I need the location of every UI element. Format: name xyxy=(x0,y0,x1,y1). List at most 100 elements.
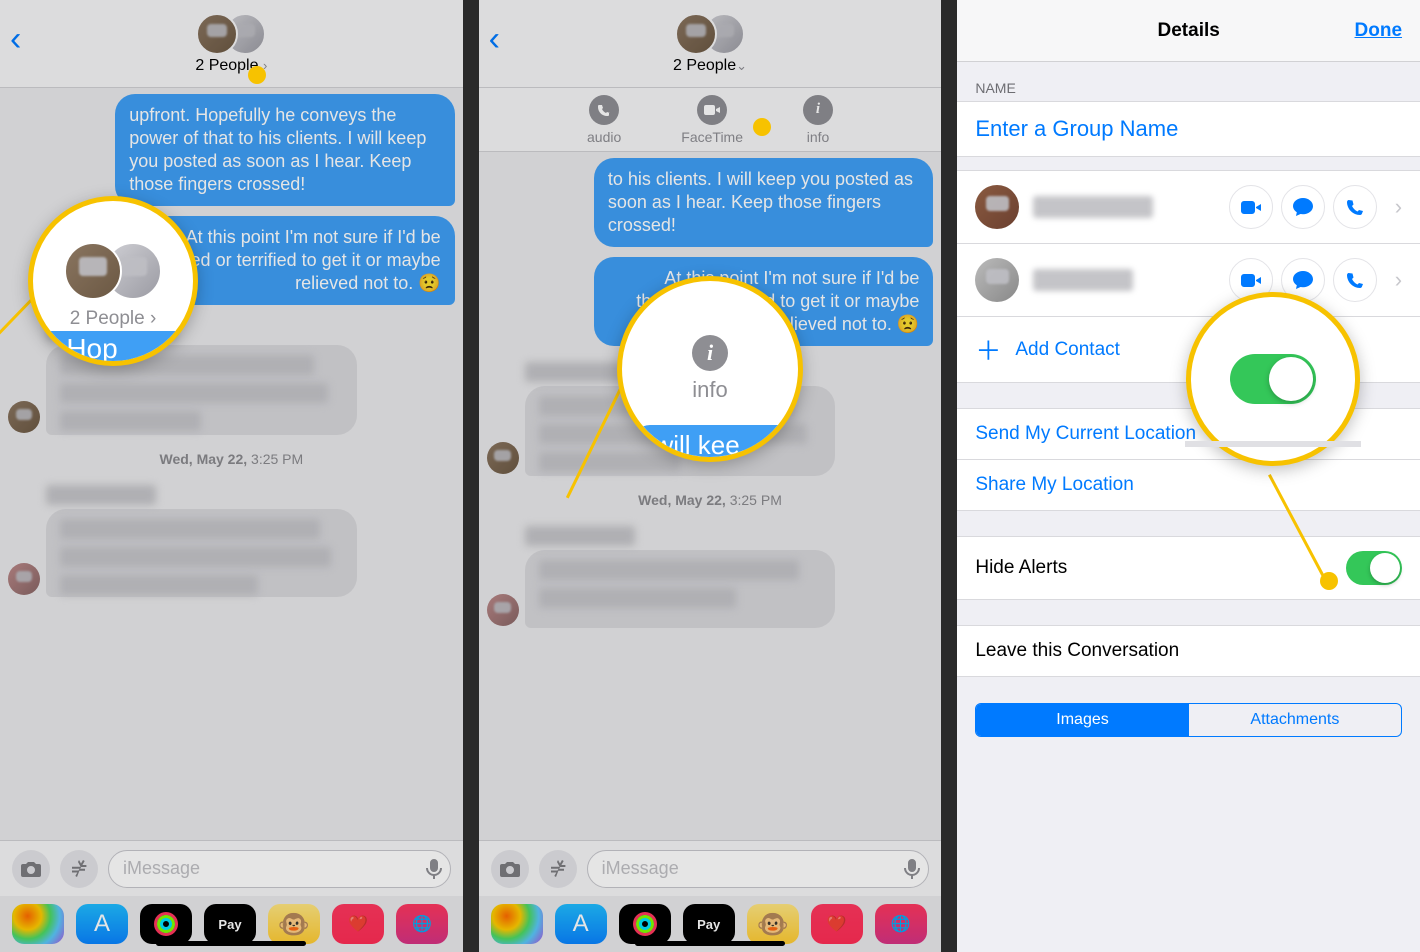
app-store-icon[interactable] xyxy=(60,850,98,888)
sender-avatar-icon xyxy=(487,594,519,626)
seg-images[interactable]: Images xyxy=(976,704,1188,736)
info-label: info xyxy=(807,129,830,145)
memoji-app-icon[interactable]: 🐵 xyxy=(747,904,799,944)
group-avatar-icon xyxy=(196,13,266,55)
incoming-row xyxy=(8,481,455,599)
chevron-right-icon: › xyxy=(1395,194,1402,220)
home-indicator[interactable] xyxy=(635,941,785,946)
contact-avatar-icon xyxy=(975,258,1019,302)
hide-alerts-label: Hide Alerts xyxy=(975,557,1346,579)
done-button[interactable]: Done xyxy=(1355,20,1403,42)
audio-label: audio xyxy=(587,129,621,145)
messages-screen-1: ‹ 2 People › upfront. Hopefully he conve… xyxy=(0,0,463,952)
section-header-name: NAME xyxy=(957,62,1420,102)
page-title: Details xyxy=(1158,20,1220,42)
details-screen: Details Done NAME Enter a Group Name › › xyxy=(957,0,1420,952)
appstore-app-icon[interactable]: A xyxy=(76,904,128,944)
info-icon: i xyxy=(692,335,728,371)
apple-pay-app-icon[interactable]: Pay xyxy=(683,904,735,944)
incoming-message[interactable] xyxy=(46,509,357,597)
contact-row[interactable]: › xyxy=(957,170,1420,244)
audio-button[interactable]: audio xyxy=(587,95,621,145)
photos-app-icon[interactable] xyxy=(491,904,543,944)
conversation-header[interactable]: ‹ 2 People › xyxy=(0,0,463,88)
callout-bg-text: t. Hop xyxy=(28,331,198,366)
seg-attachments[interactable]: Attachments xyxy=(1189,704,1401,736)
sender-avatar-icon xyxy=(8,401,40,433)
outgoing-message[interactable]: upfront. Hopefully he conveys the power … xyxy=(115,94,454,206)
photos-app-icon[interactable] xyxy=(12,904,64,944)
incoming-message[interactable] xyxy=(525,550,836,628)
callout-anchor-dot xyxy=(248,66,266,84)
phone-icon[interactable] xyxy=(1333,258,1377,302)
callout-bg-text: I will kee xyxy=(632,425,803,462)
back-chevron-icon[interactable]: ‹ xyxy=(489,20,500,59)
callout-people-label: 2 People › xyxy=(70,308,157,330)
timestamp: Wed, May 22, 3:25 PM xyxy=(487,492,934,508)
callout-anchor-dot xyxy=(753,118,771,136)
chevron-right-icon: › xyxy=(1395,267,1402,293)
sender-avatar-icon xyxy=(8,563,40,595)
activity-app-icon[interactable] xyxy=(619,904,671,944)
toggle-on-icon xyxy=(1230,354,1316,404)
callout-info-zoom: i info e I will kee xyxy=(617,276,803,462)
camera-icon[interactable] xyxy=(12,850,50,888)
action-row: audio FaceTime i info xyxy=(479,88,942,152)
hide-alerts-toggle[interactable] xyxy=(1346,551,1402,585)
info-icon: i xyxy=(803,95,833,125)
contact-row[interactable]: › xyxy=(957,243,1420,317)
microphone-icon[interactable] xyxy=(426,858,442,880)
back-chevron-icon[interactable]: ‹ xyxy=(10,20,21,59)
compose-bar: iMessage xyxy=(0,840,463,896)
app-store-icon[interactable] xyxy=(539,850,577,888)
camera-icon[interactable] xyxy=(491,850,529,888)
callout-header-zoom: 2 People › t. Hop xyxy=(28,196,198,366)
people-label: 2 People⌄ xyxy=(673,57,747,75)
sender-avatar-icon xyxy=(487,442,519,474)
incoming-row xyxy=(487,522,934,630)
home-indicator[interactable] xyxy=(156,941,306,946)
message-list: to his clients. I will keep you posted a… xyxy=(479,152,942,840)
compose-bar: iMessage xyxy=(479,840,942,896)
leave-conversation-button[interactable]: Leave this Conversation xyxy=(957,625,1420,677)
memoji-app-icon[interactable]: 🐵 xyxy=(268,904,320,944)
contact-name-redacted xyxy=(1033,269,1133,291)
messages-screen-2: ‹ 2 People⌄ audio FaceTime i info to his … xyxy=(479,0,942,952)
outgoing-message[interactable]: to his clients. I will keep you posted a… xyxy=(594,158,933,247)
add-contact-label: Add Contact xyxy=(1015,339,1120,361)
activity-app-icon[interactable] xyxy=(140,904,192,944)
appstore-app-icon[interactable]: A xyxy=(555,904,607,944)
phone-icon xyxy=(589,95,619,125)
message-list: upfront. Hopefully he conveys the power … xyxy=(0,88,463,840)
contact-name-redacted xyxy=(1033,196,1153,218)
facetime-button[interactable]: FaceTime xyxy=(681,95,743,145)
share-location-button[interactable]: Share My Location xyxy=(957,459,1420,511)
callout-divider xyxy=(1185,441,1361,447)
stickers-app-icon[interactable]: ❤️ xyxy=(332,904,384,944)
facetime-video-icon[interactable] xyxy=(1229,185,1273,229)
plus-icon: ＋ xyxy=(975,331,1001,368)
group-avatar-icon xyxy=(675,13,745,55)
callout-toggle-zoom xyxy=(1186,292,1360,466)
attachments-segmented-control[interactable]: Images Attachments xyxy=(975,703,1402,737)
message-input[interactable]: iMessage xyxy=(108,850,451,888)
more-app-icon[interactable]: 🌐 xyxy=(396,904,448,944)
hide-alerts-row: Hide Alerts xyxy=(957,536,1420,600)
group-name-field[interactable]: Enter a Group Name xyxy=(957,101,1420,157)
callout-info-label: info xyxy=(692,377,727,403)
message-input[interactable]: iMessage xyxy=(587,850,930,888)
contact-avatar-icon xyxy=(975,185,1019,229)
timestamp: Wed, May 22, 3:25 PM xyxy=(8,451,455,467)
phone-icon[interactable] xyxy=(1333,185,1377,229)
more-app-icon[interactable]: 🌐 xyxy=(875,904,927,944)
apple-pay-app-icon[interactable]: Pay xyxy=(204,904,256,944)
stickers-app-icon[interactable]: ❤️ xyxy=(811,904,863,944)
facetime-label: FaceTime xyxy=(681,129,743,145)
video-icon xyxy=(697,95,727,125)
microphone-icon[interactable] xyxy=(904,858,920,880)
callout-anchor-dot xyxy=(1320,572,1338,590)
details-header: Details Done xyxy=(957,0,1420,62)
conversation-header[interactable]: ‹ 2 People⌄ xyxy=(479,0,942,88)
info-button[interactable]: i info xyxy=(803,95,833,145)
message-icon[interactable] xyxy=(1281,185,1325,229)
